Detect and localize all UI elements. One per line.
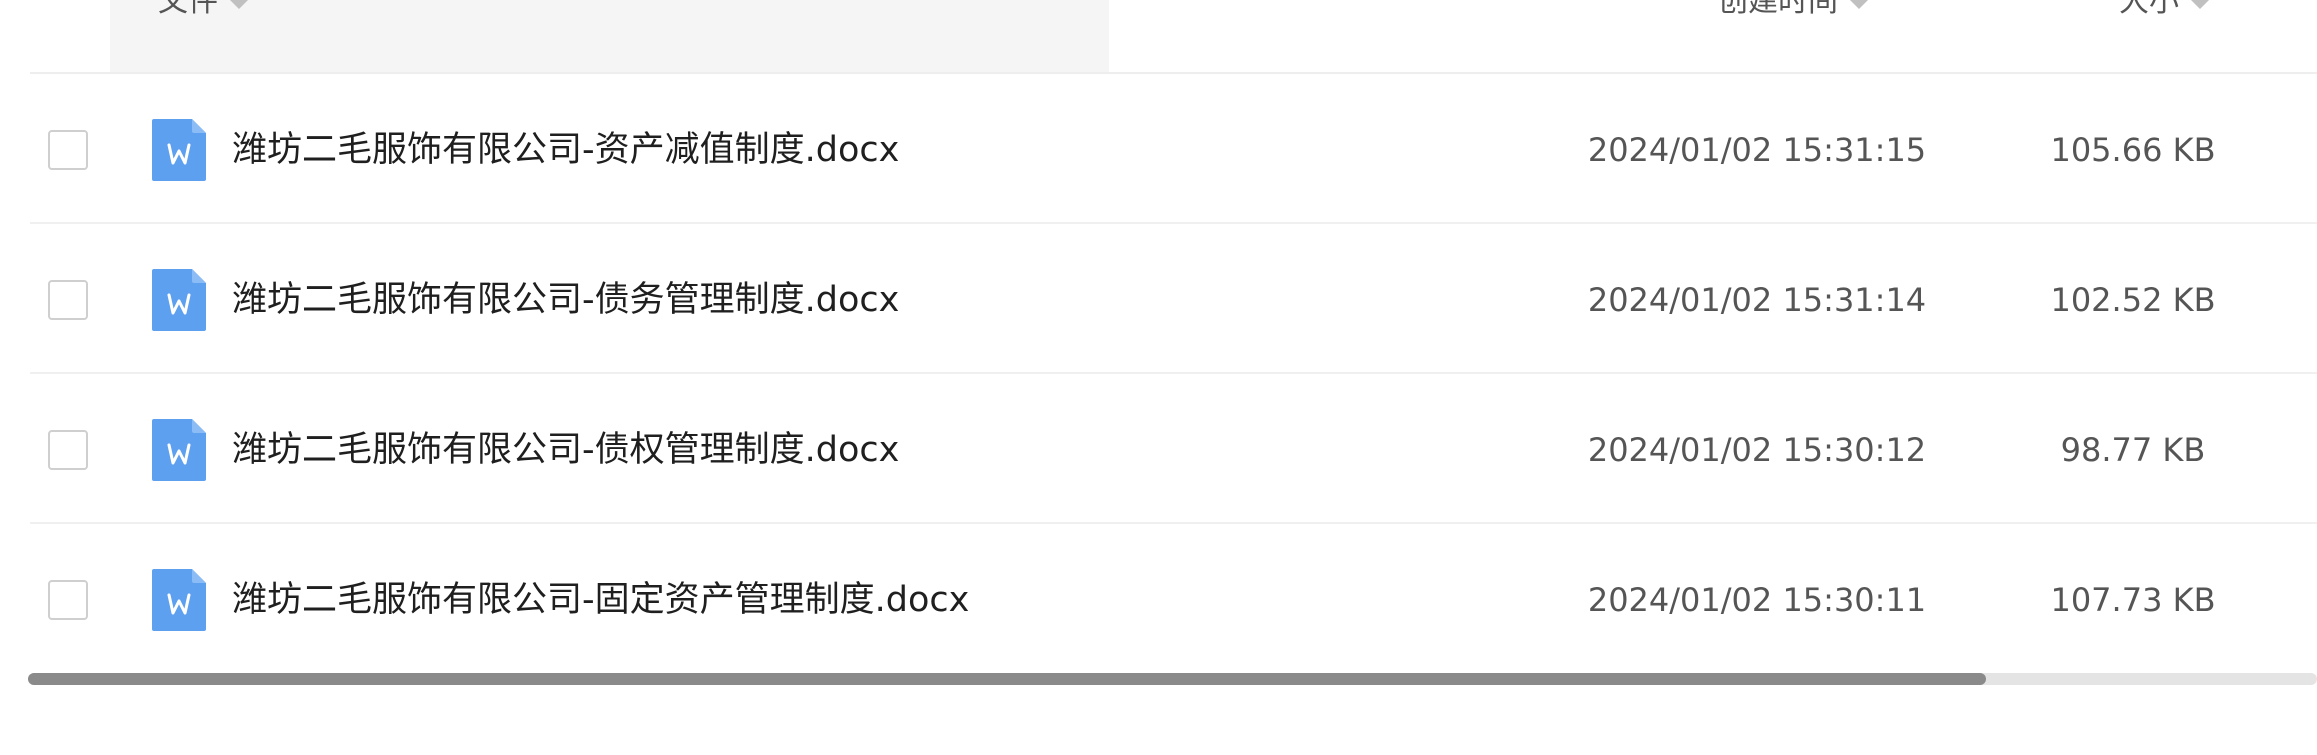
column-header-file[interactable]: 文件 [158, 0, 248, 22]
table-row[interactable]: 潍坊二毛服饰有限公司-债权管理制度.docx 2024/01/02 15:30:… [0, 374, 2317, 524]
table-row[interactable]: 潍坊二毛服饰有限公司-资产减值制度.docx 2024/01/02 15:31:… [0, 74, 2317, 224]
table-row[interactable]: 潍坊二毛服饰有限公司-债务管理制度.docx 2024/01/02 15:31:… [0, 224, 2317, 374]
word-doc-icon [152, 419, 206, 481]
file-column-header-bg [110, 0, 1109, 74]
column-header-size-label: 大小 [2119, 0, 2179, 19]
file-name[interactable]: 潍坊二毛服饰有限公司-资产减值制度.docx [232, 122, 899, 178]
file-size: 107.73 KB [2050, 581, 2216, 619]
file-size: 105.66 KB [2050, 131, 2216, 169]
column-header-size[interactable]: 大小 [2119, 0, 2209, 22]
file-name[interactable]: 潍坊二毛服饰有限公司-固定资产管理制度.docx [232, 572, 969, 628]
word-doc-icon [152, 269, 206, 331]
horizontal-scrollbar-thumb[interactable] [28, 673, 1986, 685]
row-checkbox[interactable] [48, 130, 88, 170]
column-header-created[interactable]: 创建时间 [1718, 0, 1868, 22]
table-header: 文件 创建时间 大小 [0, 0, 2317, 74]
sort-icon[interactable] [2191, 0, 2209, 9]
file-name[interactable]: 潍坊二毛服饰有限公司-债权管理制度.docx [232, 422, 899, 478]
file-name[interactable]: 潍坊二毛服饰有限公司-债务管理制度.docx [232, 272, 899, 328]
created-time: 2024/01/02 15:30:12 [1587, 431, 1927, 469]
word-doc-icon [152, 119, 206, 181]
created-time: 2024/01/02 15:31:15 [1587, 131, 1927, 169]
word-doc-icon [152, 569, 206, 631]
file-size: 98.77 KB [2060, 431, 2206, 469]
row-checkbox[interactable] [48, 430, 88, 470]
file-table: 文件 创建时间 大小 潍坊二毛服饰有限公司-资产减值制度.docx 2024/0… [0, 0, 2317, 755]
sort-icon[interactable] [1850, 0, 1868, 9]
row-checkbox[interactable] [48, 580, 88, 620]
sort-icon[interactable] [230, 0, 248, 9]
row-checkbox[interactable] [48, 280, 88, 320]
column-header-created-label: 创建时间 [1718, 0, 1838, 19]
table-row[interactable]: 潍坊二毛服饰有限公司-固定资产管理制度.docx 2024/01/02 15:3… [0, 524, 2317, 674]
created-time: 2024/01/02 15:30:11 [1587, 581, 1927, 619]
file-size: 102.52 KB [2050, 281, 2216, 319]
column-header-file-label: 文件 [158, 0, 218, 19]
created-time: 2024/01/02 15:31:14 [1587, 281, 1927, 319]
